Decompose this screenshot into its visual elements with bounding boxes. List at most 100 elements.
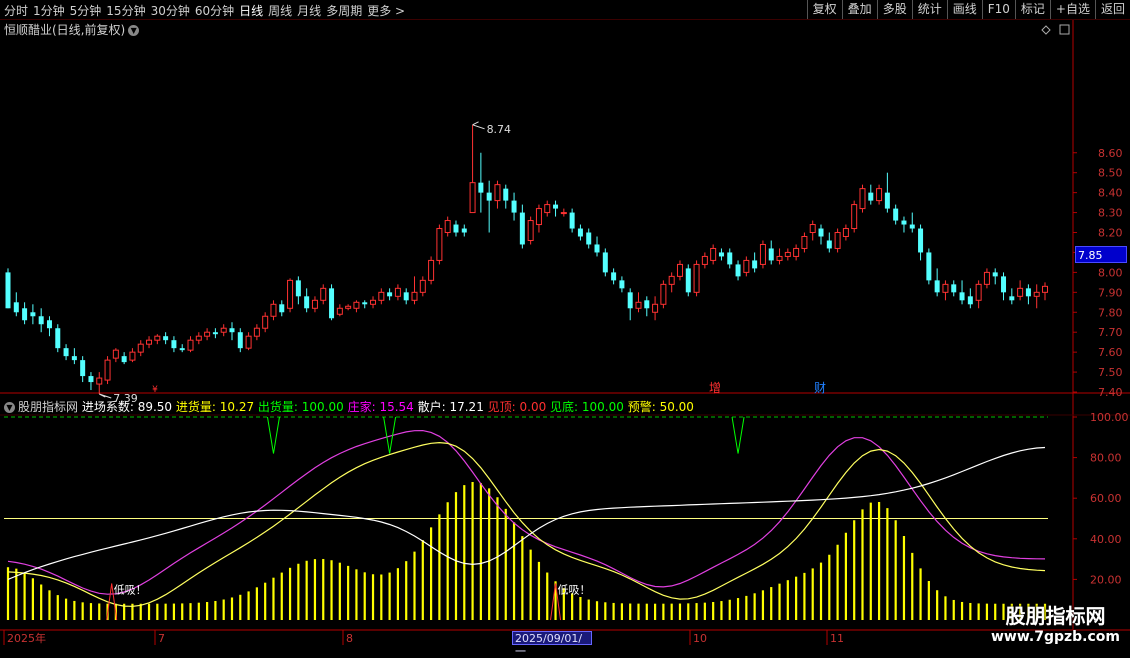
candle (295, 276, 301, 305)
candle (387, 288, 393, 301)
candle (96, 372, 103, 395)
current-price-tag: 7.85 (1075, 246, 1127, 263)
price-label: 7.90 (1098, 286, 1123, 299)
candle (80, 356, 86, 383)
candle (553, 200, 559, 217)
price-label: 8.60 (1098, 147, 1123, 160)
warn-curve (7, 441, 1046, 608)
candle (245, 332, 252, 351)
candle (212, 328, 218, 339)
chart-canvas[interactable]: 8.608.508.408.308.208.108.007.907.807.70… (0, 0, 1130, 650)
candle (229, 322, 235, 341)
candle (353, 300, 360, 313)
candle (560, 208, 567, 217)
candle (909, 212, 915, 233)
ind-scale-label: 100.00 (1090, 411, 1129, 424)
candle (13, 292, 19, 317)
candle (884, 172, 890, 213)
candle (163, 332, 169, 345)
candle (519, 204, 525, 249)
top-signal (731, 416, 745, 454)
indicator-field-5: 见顶: 0.00 (483, 400, 547, 414)
time-label: 7 (158, 632, 165, 645)
candle (859, 184, 866, 213)
candle (419, 276, 426, 297)
candle (5, 268, 11, 309)
watermark: 股朋指标网 www.7gpzb.com (991, 600, 1120, 645)
ind-scale-label: 20.00 (1090, 573, 1122, 586)
candle (171, 336, 177, 353)
watermark-url: www.7gpzb.com (990, 629, 1120, 645)
candle (676, 260, 683, 281)
candle (187, 336, 194, 353)
candle (809, 220, 816, 241)
candle (668, 272, 675, 293)
watermark-text: 股朋指标网 (1005, 604, 1106, 628)
date-cursor-label: 2025/09/01/一 (512, 631, 592, 658)
candle (983, 268, 990, 289)
candle (577, 224, 583, 241)
candle (461, 224, 467, 237)
indicator-name[interactable]: 股朋指标网 (18, 400, 78, 414)
candle (619, 276, 625, 293)
indicator-menu-icon[interactable]: ▼ (4, 402, 15, 413)
candle (776, 248, 783, 265)
candle (918, 224, 924, 261)
candle (279, 300, 285, 317)
indicator-field-7: 预警: 50.00 (623, 400, 694, 414)
price-label: 7.70 (1098, 326, 1123, 339)
candle (1001, 272, 1007, 301)
candle (55, 324, 61, 353)
indicator-fields: 进场系数: 89.50 进货量: 10.27 出货量: 100.00 庄家: 1… (82, 400, 694, 414)
price-label: 8.20 (1098, 227, 1123, 240)
price-label: 7.40 (1098, 386, 1123, 399)
candle (253, 324, 260, 341)
price-label: 8.50 (1098, 167, 1123, 180)
candle (660, 280, 667, 309)
candle (378, 288, 385, 305)
candle (411, 276, 418, 305)
candle (627, 288, 633, 321)
candle (311, 296, 318, 313)
price-label: 7.60 (1098, 346, 1123, 359)
candle (287, 278, 294, 313)
banker-line (7, 429, 1046, 595)
candle (88, 372, 94, 391)
indicator-field-4: 散户: 17.21 (413, 400, 484, 414)
window-icon (1059, 24, 1070, 35)
candle (710, 244, 717, 265)
candle (436, 224, 443, 265)
candle (868, 184, 874, 205)
candle (112, 348, 119, 363)
diamond-icon (1041, 25, 1051, 35)
candle (453, 220, 459, 237)
candle (336, 304, 343, 317)
candle (444, 216, 451, 237)
candle (801, 232, 808, 253)
candle (469, 124, 476, 214)
candle (818, 224, 824, 245)
candle (569, 208, 575, 233)
candle (718, 248, 724, 261)
time-label: 11 (830, 632, 844, 645)
candle (428, 256, 435, 285)
candle (478, 152, 484, 213)
candle (768, 240, 774, 265)
candle (403, 288, 409, 305)
price-label: 7.50 (1098, 366, 1123, 379)
candle (486, 180, 492, 233)
high-pointer (472, 121, 485, 130)
candle (701, 252, 708, 269)
event-marker: 财 (814, 381, 826, 395)
price-label: 8.40 (1098, 187, 1123, 200)
candle (586, 228, 592, 249)
candle (644, 296, 650, 317)
ind-scale-label: 60.00 (1090, 492, 1122, 505)
candle (1033, 284, 1040, 309)
candle (511, 192, 517, 221)
time-label: 8 (346, 632, 353, 645)
candle (30, 304, 36, 325)
candle (784, 248, 791, 261)
candle (826, 232, 832, 253)
candle (195, 332, 202, 345)
